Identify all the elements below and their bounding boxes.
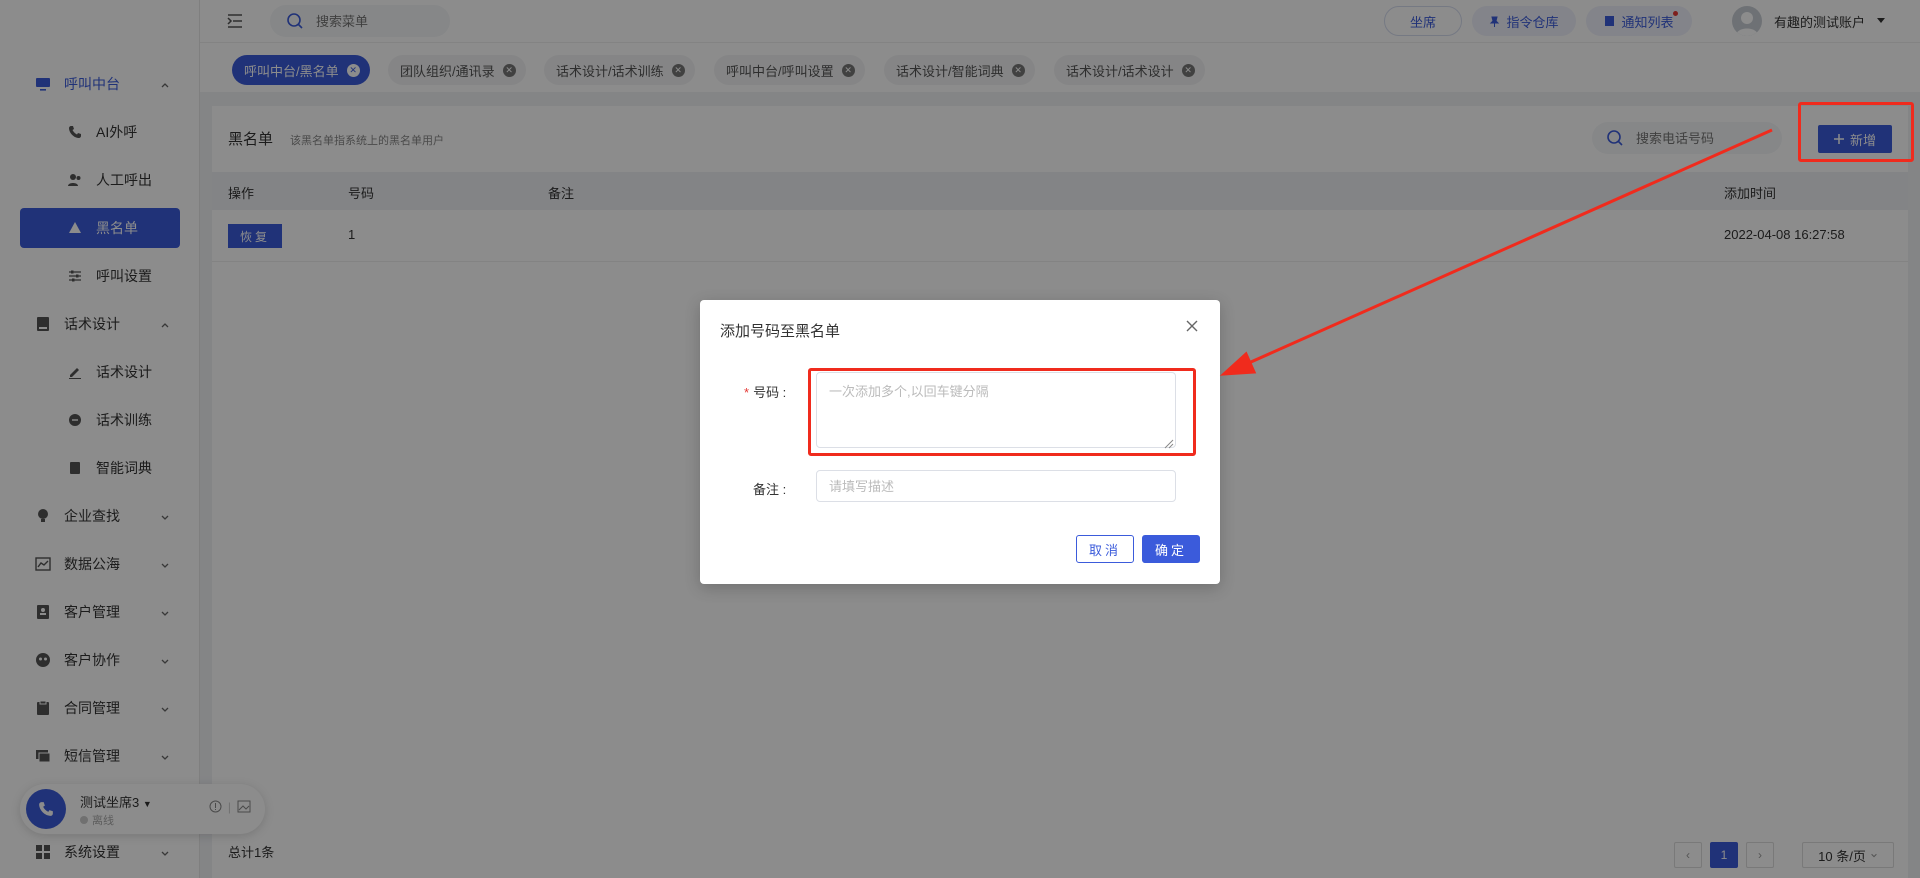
number-field-label: * 号码 : xyxy=(744,382,786,401)
note-field-label: 备注 : xyxy=(753,482,787,497)
cancel-button[interactable]: 取消 xyxy=(1076,535,1134,563)
confirm-button[interactable]: 确定 xyxy=(1142,535,1200,563)
dialog-title: 添加号码至黑名单 xyxy=(720,323,841,340)
resize-handle-icon[interactable] xyxy=(1164,436,1174,449)
required-mark: * xyxy=(744,385,750,400)
number-label-text: 号码 : xyxy=(753,385,787,400)
close-icon[interactable] xyxy=(1184,318,1200,334)
number-textarea[interactable] xyxy=(816,372,1176,448)
add-blacklist-dialog: 添加号码至黑名单 *号码 : 备注 : 取消 确定 xyxy=(700,300,1220,584)
note-input[interactable] xyxy=(816,470,1176,502)
